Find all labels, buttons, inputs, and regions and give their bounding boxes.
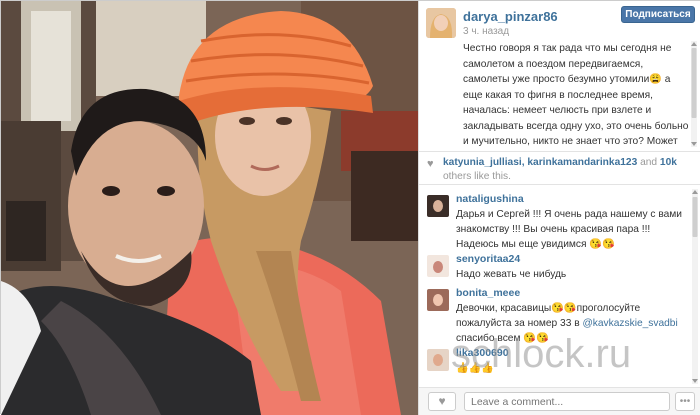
- comments-list: nataligushina Дарья и Сергей !!! Я очень…: [419, 187, 700, 387]
- follow-button[interactable]: Подписаться: [621, 6, 695, 23]
- heart-icon: ♥: [438, 394, 446, 408]
- avatar-image: [426, 8, 456, 38]
- comment-item: senyoritaa24 Надо жевать че нибудь: [419, 251, 689, 285]
- comments-scrollbar[interactable]: [691, 189, 699, 384]
- likes-count[interactable]: 10k: [660, 157, 677, 168]
- comment-item: nataligushina Дарья и Сергей !!! Я очень…: [419, 191, 689, 255]
- comment-footer: ♥ •••: [419, 387, 700, 415]
- likes-others: others like this.: [443, 171, 511, 182]
- comment-item: lika300690 👍👍👍: [419, 345, 689, 385]
- comment-text: Дарья и Сергей !!! Я очень рада нашему с…: [456, 209, 682, 250]
- comment-text-after: спасибо всем 😘😘: [456, 333, 549, 344]
- comment-text: 👍👍👍: [456, 363, 495, 374]
- avatar[interactable]: [426, 8, 456, 38]
- comment-username[interactable]: lika300690: [456, 347, 509, 359]
- comment-username[interactable]: bonita_meee: [456, 287, 520, 299]
- commenter-avatar[interactable]: [427, 289, 449, 311]
- comment-text: Надо жевать че нибудь: [456, 269, 567, 280]
- heart-icon: ♥: [427, 158, 434, 170]
- caption-scrollbar[interactable]: [690, 41, 698, 147]
- more-icon: •••: [679, 396, 691, 407]
- comment-mention-link[interactable]: @kavkazskie_svadbi: [582, 318, 677, 329]
- comment-item: bonita_meee Девочки, красавицы😘😘проголос…: [419, 285, 689, 345]
- instagram-post-embed: darya_pinzar86 3 ч. назад Подписаться Че…: [0, 0, 700, 415]
- likes-and: and: [640, 157, 658, 168]
- post-photo[interactable]: [1, 1, 418, 415]
- post-username[interactable]: darya_pinzar86: [463, 9, 558, 24]
- likes-text: katyunia_julliasi, karinkamandarinka123 …: [443, 156, 695, 184]
- comment-username[interactable]: nataligushina: [456, 193, 524, 205]
- commenter-avatar[interactable]: [427, 349, 449, 371]
- post-sidebar: darya_pinzar86 3 ч. назад Подписаться Че…: [418, 1, 700, 415]
- comment-text: Девочки, красавицы😘😘проголосуйте пожалуй…: [456, 301, 689, 346]
- commenter-avatar[interactable]: [427, 195, 449, 217]
- selfie-image: [1, 1, 418, 415]
- post-caption: Честно говоря я так рада что мы сегодня …: [463, 43, 689, 147]
- comment-username[interactable]: senyoritaa24: [456, 253, 520, 265]
- more-options-button[interactable]: •••: [675, 392, 695, 411]
- post-timestamp: 3 ч. назад: [463, 26, 510, 37]
- commenter-avatar[interactable]: [427, 255, 449, 277]
- likes-users[interactable]: katyunia_julliasi, karinkamandarinka123: [443, 157, 637, 168]
- comment-input[interactable]: [464, 392, 670, 411]
- like-button[interactable]: ♥: [428, 392, 456, 411]
- post-header: darya_pinzar86 3 ч. назад Подписаться Че…: [419, 1, 700, 149]
- likes-bar: ♥ katyunia_julliasi, karinkamandarinka12…: [419, 151, 700, 185]
